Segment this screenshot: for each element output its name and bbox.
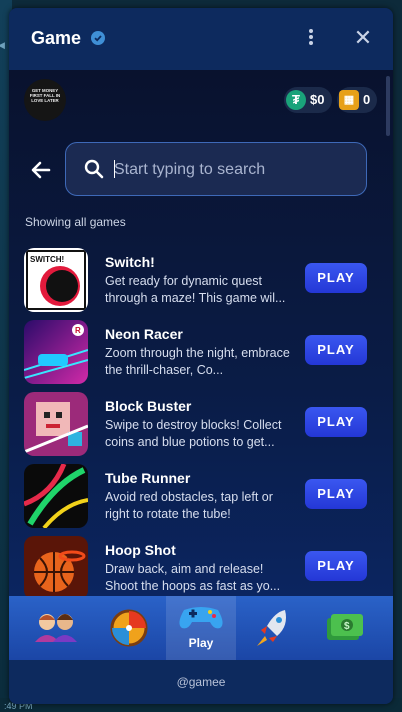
nav-rocket[interactable] <box>241 596 305 660</box>
more-vertical-icon[interactable] <box>303 28 319 50</box>
wheel-icon <box>110 609 148 647</box>
nav-play[interactable]: Play <box>166 596 236 660</box>
ticket-value: 0 <box>363 92 371 107</box>
search-input[interactable] <box>112 156 356 184</box>
bottom-nav: Play $ <box>9 596 393 660</box>
list-heading: Showing all games <box>25 215 126 229</box>
close-icon[interactable]: ✕ <box>353 27 373 49</box>
gamepad-icon <box>179 607 223 629</box>
game-title: Neon Racer <box>105 326 183 342</box>
tube-runner-thumbnail <box>24 464 88 528</box>
svg-text:SWITCH!: SWITCH! <box>30 255 64 264</box>
back-arrow-icon[interactable] <box>29 158 53 182</box>
game-description: Draw back, aim and release! Shoot the ho… <box>105 562 281 593</box>
content-area: GET MONEY FIRST FALL IN LOVE LATER ₮ $0 … <box>9 70 393 600</box>
svg-text:R: R <box>75 326 81 335</box>
list-item[interactable]: Tube Runner Avoid red obstacles, tap lef… <box>9 464 393 528</box>
list-item[interactable]: Hoop Shot Draw back, aim and release! Sh… <box>9 536 393 600</box>
ticket-balance[interactable]: ▦ 0 <box>337 87 377 113</box>
game-description: Get ready for dynamic quest through a ma… <box>105 274 286 305</box>
game-title: Switch! <box>105 254 155 270</box>
hoop-shot-thumbnail <box>24 536 88 600</box>
cash-value: $0 <box>310 92 325 107</box>
cash-balance[interactable]: ₮ $0 <box>284 87 332 113</box>
nav-wheel[interactable] <box>97 596 161 660</box>
game-title: Block Buster <box>105 398 192 414</box>
svg-text:$: $ <box>344 621 350 632</box>
game-description: Avoid red obstacles, tap left or right t… <box>105 490 273 521</box>
ticket-icon: ▦ <box>339 90 359 110</box>
list-item[interactable]: SWITCH! Switch! Get ready for dynamic qu… <box>9 248 393 312</box>
cash-coin-icon: ₮ <box>286 90 306 110</box>
nav-friends[interactable] <box>25 596 89 660</box>
block-buster-thumbnail <box>24 392 88 456</box>
game-description: Swipe to destroy blocks! Collect coins a… <box>105 418 282 449</box>
neon-racer-thumbnail: R <box>24 320 88 384</box>
avatar-caption: GET MONEY FIRST FALL IN LOVE LATER <box>29 88 61 103</box>
scrollbar[interactable] <box>386 76 390 136</box>
game-title: Tube Runner <box>105 470 191 486</box>
play-button[interactable]: PLAY <box>305 479 367 509</box>
friends-icon <box>35 614 77 642</box>
search-icon <box>84 159 104 179</box>
nav-money[interactable]: $ <box>313 596 377 660</box>
money-icon: $ <box>327 614 363 640</box>
play-button[interactable]: PLAY <box>305 263 367 293</box>
list-item[interactable]: R Neon Racer Zoom through the night, emb… <box>9 320 393 384</box>
game-description: Zoom through the night, embrace the thri… <box>105 346 290 377</box>
window-title: Game <box>31 28 82 48</box>
game-title: Hoop Shot <box>105 542 176 558</box>
avatar[interactable]: GET MONEY FIRST FALL IN LOVE LATER <box>24 79 66 121</box>
play-button[interactable]: PLAY <box>305 407 367 437</box>
play-button[interactable]: PLAY <box>305 335 367 365</box>
play-button[interactable]: PLAY <box>305 551 367 581</box>
verified-icon <box>91 31 105 45</box>
game-panel: Game ✕ GET MONEY FIRST FALL IN LOVE LATE… <box>9 8 393 704</box>
rocket-icon <box>257 610 286 646</box>
list-item[interactable]: Block Buster Swipe to destroy blocks! Co… <box>9 392 393 456</box>
text-caret <box>114 160 115 178</box>
title-bar: Game ✕ <box>9 8 393 70</box>
switch-thumbnail: SWITCH! <box>24 248 88 312</box>
search-box[interactable] <box>65 142 367 196</box>
footer-handle: @gamee <box>9 660 393 704</box>
nav-play-label: Play <box>188 636 214 650</box>
